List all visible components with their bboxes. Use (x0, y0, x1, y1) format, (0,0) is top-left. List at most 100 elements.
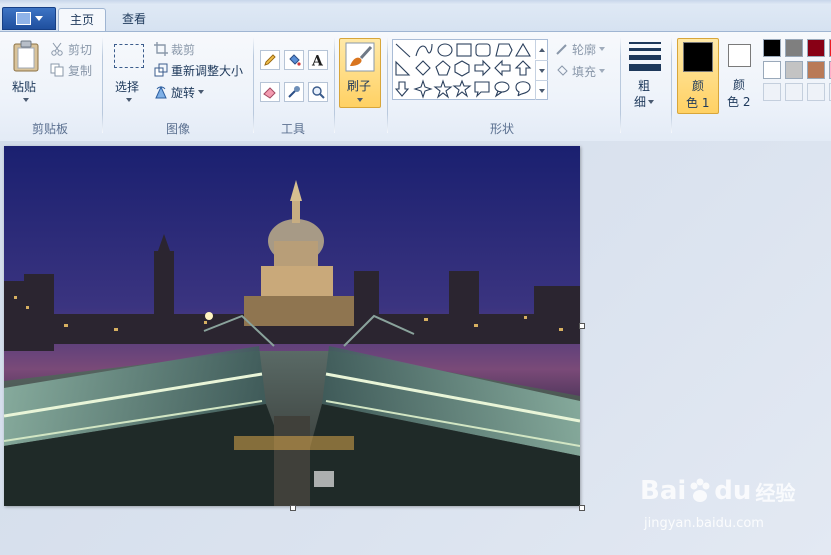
gallery-scroll-up[interactable] (535, 40, 548, 59)
paste-button[interactable]: 粘贴 (6, 38, 46, 108)
fill-label: 填充 (572, 64, 597, 79)
resize-label: 重新调整大小 (171, 63, 244, 78)
file-menu-icon (15, 12, 31, 25)
resize-icon (154, 63, 168, 77)
cut-button[interactable]: 剪切 (50, 40, 100, 58)
color2-label-2: 色 2 (727, 95, 751, 109)
size-label-2: 细 (634, 95, 647, 109)
resize-button[interactable]: 重新调整大小 (154, 61, 250, 79)
chevron-down-icon (126, 98, 132, 102)
cut-label: 剪切 (68, 42, 93, 57)
brush-icon (345, 42, 375, 72)
fill-bucket-icon (557, 65, 568, 76)
gallery-scroll-down[interactable] (535, 60, 548, 80)
color1-button[interactable]: 颜 色 1 (677, 38, 719, 114)
pencil-tool-button[interactable] (260, 50, 280, 70)
eraser-tool-button[interactable] (260, 82, 280, 102)
chevron-down-icon (599, 69, 606, 73)
eyedropper-icon (288, 86, 300, 98)
resize-handle-right[interactable] (579, 323, 585, 329)
paint-bucket-icon (289, 54, 301, 66)
expand-icon (539, 88, 545, 93)
palette-swatch[interactable] (763, 61, 781, 79)
color2-swatch (728, 44, 751, 67)
brushes-label: 刷子 (347, 79, 372, 93)
magnifier-button[interactable] (308, 82, 328, 102)
brand-text-right: du (714, 476, 752, 506)
resize-handle-corner[interactable] (579, 505, 585, 511)
copy-button[interactable]: 复制 (50, 61, 100, 79)
svg-text:A: A (311, 54, 324, 68)
gallery-expand[interactable] (535, 80, 548, 100)
watermark-url: jingyan.baidu.com (644, 516, 764, 531)
night-bridge-photo (4, 146, 580, 506)
rotate-icon (155, 85, 167, 99)
palette-swatch[interactable] (807, 39, 825, 57)
text-tool-button[interactable]: A (308, 50, 328, 70)
brand-suffix: 经验 (755, 480, 796, 505)
crop-icon (154, 42, 168, 56)
rotate-button[interactable]: 旋转 (154, 83, 214, 101)
shapes-group-label: 形状 (489, 122, 514, 136)
brand-text-left: Bai (640, 476, 687, 506)
brushes-button[interactable]: 刷子 (339, 38, 381, 108)
chevron-down-icon (198, 90, 205, 94)
tools-group-label: 工具 (280, 122, 305, 136)
magnifier-icon (312, 86, 325, 99)
select-button[interactable]: 选择 (108, 38, 148, 108)
paw-icon (690, 478, 710, 502)
chevron-up-icon (539, 47, 545, 52)
eraser-icon (263, 87, 276, 99)
chevron-down-icon (357, 98, 363, 102)
palette-swatch[interactable] (785, 61, 803, 79)
fill-tool-button[interactable] (284, 50, 304, 70)
chevron-down-icon (23, 98, 29, 102)
pencil-icon (264, 54, 276, 66)
custom-color-slot[interactable] (807, 83, 825, 101)
outline-label: 轮廓 (572, 42, 597, 57)
select-label: 选择 (115, 80, 140, 94)
color2-label-1: 颜 (733, 78, 746, 92)
custom-color-slot[interactable] (785, 83, 803, 101)
scissors-icon (51, 42, 63, 56)
copy-icon (50, 63, 64, 77)
color-palette (762, 39, 831, 103)
divider (102, 37, 103, 133)
color-picker-button[interactable] (284, 82, 304, 102)
color1-label-2: 色 1 (686, 96, 710, 110)
divider (620, 37, 621, 133)
color2-button[interactable]: 颜 色 2 (723, 38, 757, 114)
image-group-label: 图像 (165, 122, 190, 136)
copy-label: 复制 (68, 63, 93, 78)
size-button[interactable]: 粗 细 (626, 38, 666, 110)
clipboard-icon (13, 40, 39, 72)
outline-brush-icon (556, 44, 567, 55)
tab-home[interactable]: 主页 (58, 8, 106, 32)
baidu-jingyan-watermark: Bai du 经验 jingyan.baidu.com (640, 468, 810, 538)
crop-button[interactable]: 裁剪 (154, 40, 214, 58)
color1-label-1: 颜 (692, 79, 705, 93)
outline-button[interactable]: 轮廓 (555, 40, 615, 58)
text-icon: A (311, 54, 324, 68)
brand-row: Bai du 经验 (640, 476, 795, 506)
paste-label: 粘贴 (12, 80, 37, 94)
resize-handle-bottom[interactable] (290, 505, 296, 511)
divider (387, 37, 388, 133)
palette-swatch[interactable] (807, 61, 825, 79)
tab-view[interactable]: 查看 (112, 8, 156, 31)
chevron-down-icon (34, 16, 43, 21)
palette-swatch[interactable] (763, 39, 781, 57)
clipboard-group-label: 剪贴板 (31, 122, 68, 136)
fill-button[interactable]: 填充 (555, 62, 615, 80)
chevron-down-icon (648, 99, 655, 104)
size-label-row: 细 (634, 93, 655, 110)
chevron-down-icon (539, 68, 545, 73)
color1-swatch (683, 42, 713, 72)
custom-color-slot[interactable] (763, 83, 781, 101)
canvas-image[interactable] (4, 146, 580, 506)
file-menu-button[interactable] (2, 7, 56, 30)
palette-swatch[interactable] (785, 39, 803, 57)
shapes-gallery[interactable] (392, 39, 548, 100)
divider (671, 37, 672, 133)
line-width-icon (629, 42, 661, 71)
